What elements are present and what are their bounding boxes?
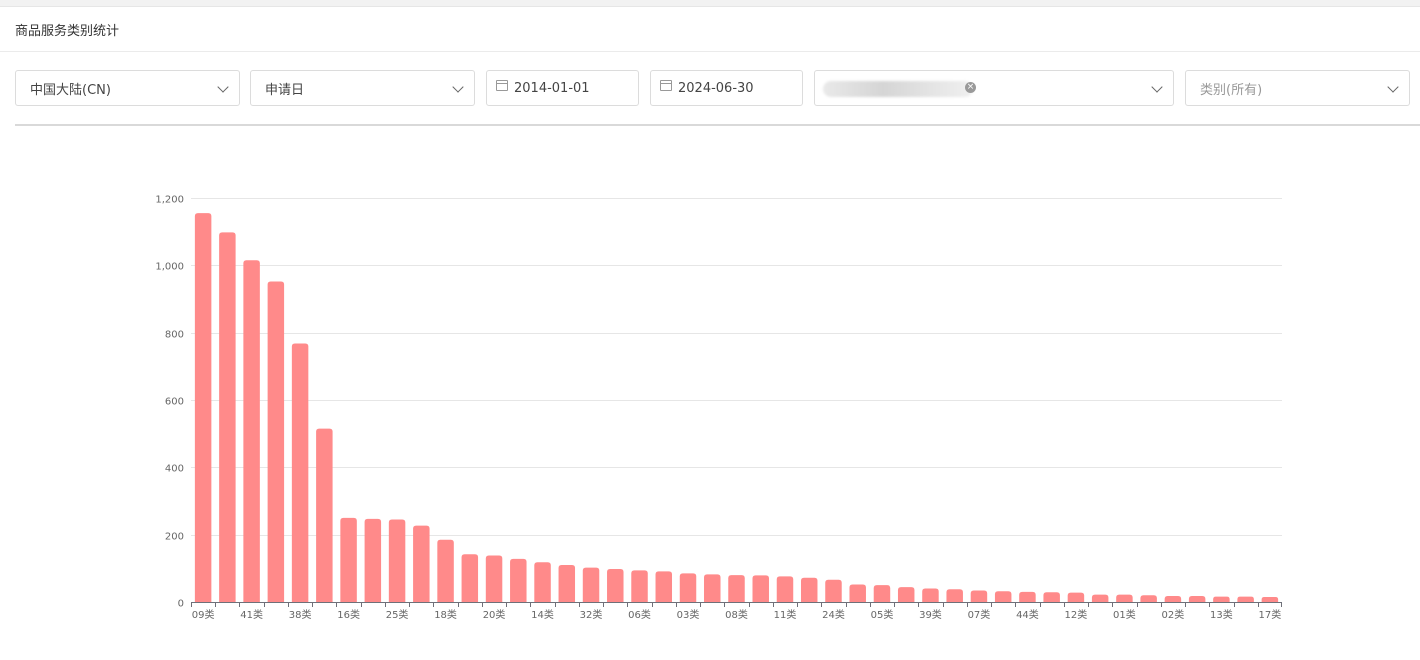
bar — [340, 517, 357, 602]
chevron-down-icon — [1151, 81, 1163, 93]
x-tick-label: 01类 — [1113, 608, 1136, 621]
bar — [1164, 595, 1182, 602]
category-select-placeholder: 类别(所有) — [1200, 82, 1263, 98]
start-date-input[interactable]: 2014-01-01 — [486, 70, 639, 106]
end-date-value: 2024-06-30 — [678, 80, 754, 96]
start-date-value: 2014-01-01 — [514, 80, 590, 96]
bar — [607, 569, 624, 602]
bar — [194, 213, 212, 602]
y-tick-label: 1,000 — [155, 262, 184, 273]
close-icon[interactable]: × — [965, 82, 976, 93]
bar — [413, 525, 430, 602]
top-strip — [0, 0, 1420, 7]
bar — [704, 574, 721, 602]
bar — [219, 232, 236, 602]
x-tick-label: 03类 — [677, 608, 700, 621]
bar — [970, 590, 988, 602]
y-tick-label: 0 — [178, 599, 184, 610]
y-tick-label: 600 — [165, 397, 184, 408]
applicant-select[interactable]: × — [814, 70, 1174, 106]
bar — [1116, 594, 1133, 602]
bar — [1213, 596, 1230, 602]
bar — [534, 562, 551, 602]
x-tick-label: 25类 — [386, 608, 409, 621]
x-tick-label: 05类 — [871, 608, 894, 621]
bar — [776, 576, 794, 602]
y-tick-label: 1,200 — [155, 195, 184, 206]
bar — [243, 260, 260, 602]
date-type-select[interactable]: 申请日 — [250, 70, 475, 106]
bar — [873, 585, 891, 602]
x-tick-label: 14类 — [531, 608, 554, 621]
region-select-value: 中国大陆(CN) — [30, 82, 111, 98]
bar — [728, 575, 745, 602]
bar — [291, 343, 309, 602]
bar — [558, 564, 576, 602]
calendar-icon — [496, 79, 508, 91]
bar — [897, 587, 915, 602]
bar — [800, 577, 818, 602]
bar — [364, 518, 382, 602]
x-tick-label: 18类 — [434, 608, 457, 621]
bar — [485, 555, 503, 602]
x-tick-label: 41类 — [240, 608, 263, 621]
bar — [1188, 595, 1206, 602]
end-date-input[interactable]: 2024-06-30 — [650, 70, 803, 106]
bar — [849, 584, 866, 602]
x-tick-label: 38类 — [289, 608, 312, 621]
x-tick-label: 08类 — [725, 608, 748, 621]
chevron-down-icon — [452, 81, 464, 93]
bar — [510, 558, 527, 602]
x-tick-label: 12类 — [1065, 608, 1088, 621]
bar — [752, 575, 769, 602]
title-divider — [0, 51, 1420, 52]
filter-divider — [15, 124, 1420, 126]
bar — [994, 591, 1012, 602]
bar — [679, 573, 697, 602]
calendar-icon — [660, 79, 672, 91]
bar — [825, 579, 842, 602]
bar — [388, 519, 406, 602]
x-tick-label: 44类 — [1016, 608, 1039, 621]
x-tick-label: 06类 — [628, 608, 651, 621]
bar — [631, 570, 648, 602]
x-tick-label: 11类 — [774, 608, 797, 621]
bar — [1067, 592, 1085, 602]
bar — [1019, 591, 1036, 602]
region-select[interactable]: 中国大陆(CN) — [15, 70, 240, 106]
bar — [946, 589, 963, 602]
bar — [1237, 596, 1254, 602]
x-tick-label: 20类 — [483, 608, 506, 621]
bar — [437, 539, 454, 602]
bar — [922, 588, 939, 602]
category-bar-chart: 0 200 400 600 800 1,000 1,200 09类 41类 38类 16类 25类 18… — [155, 195, 1282, 621]
x-tick-label: 32类 — [580, 608, 603, 621]
x-tick-label: 09类 — [192, 608, 215, 621]
x-tick-label: 07类 — [968, 608, 991, 621]
y-tick-label: 800 — [165, 330, 184, 341]
x-tick-label: 24类 — [822, 608, 845, 621]
category-select[interactable]: 类别(所有) — [1185, 70, 1410, 106]
bar — [461, 554, 479, 602]
chevron-down-icon — [217, 81, 229, 93]
x-tick-label: 16类 — [337, 608, 360, 621]
bar — [316, 428, 333, 602]
x-tick-label: 17类 — [1259, 608, 1282, 621]
bar — [1043, 592, 1060, 602]
y-tick-label: 200 — [165, 532, 184, 543]
bar — [267, 281, 285, 602]
bar — [655, 571, 673, 602]
x-tick-label: 39类 — [919, 608, 942, 621]
x-tick-label: 13类 — [1210, 608, 1233, 621]
y-tick-label: 400 — [165, 464, 184, 475]
bar — [1140, 595, 1157, 602]
selected-tag-redacted — [823, 81, 973, 97]
x-tick-label: 02类 — [1162, 608, 1185, 621]
bar — [1091, 594, 1109, 602]
chevron-down-icon — [1387, 81, 1399, 93]
date-type-select-value: 申请日 — [265, 82, 305, 98]
bar — [582, 567, 600, 602]
bar — [1261, 596, 1279, 602]
panel-title: 商品服务类别统计 — [15, 24, 120, 39]
